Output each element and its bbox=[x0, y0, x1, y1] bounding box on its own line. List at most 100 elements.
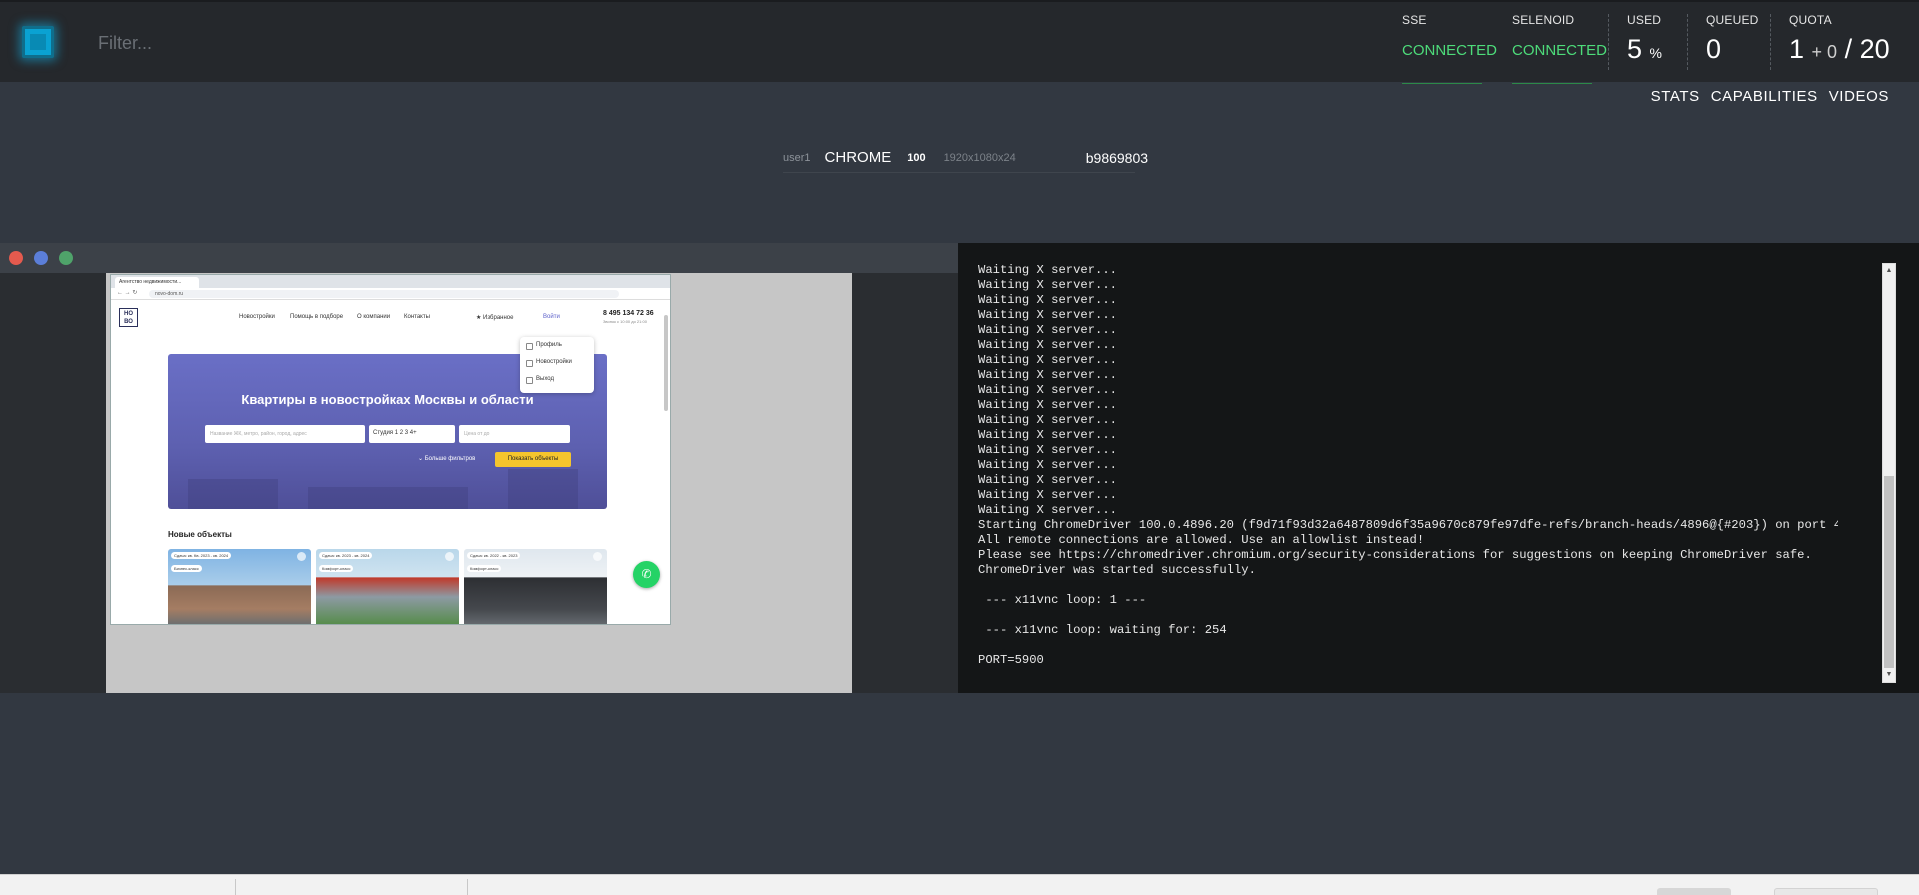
divider bbox=[467, 879, 468, 895]
quota-label: QUOTA bbox=[1789, 13, 1832, 27]
minimize-window-dot[interactable] bbox=[34, 251, 48, 265]
log-line: Waiting X server... bbox=[978, 383, 1117, 397]
site-logo: НО ВО bbox=[119, 308, 138, 327]
log-line: Waiting X server... bbox=[978, 458, 1117, 472]
hero-decoration bbox=[508, 469, 578, 509]
scrollbar-thumb[interactable] bbox=[1884, 476, 1894, 668]
hero-title: Квартиры в новостройках Москвы и области bbox=[241, 392, 534, 407]
site-nav-item: Помощь в подборе bbox=[290, 314, 344, 320]
log-line: Waiting X server... bbox=[978, 398, 1117, 412]
log-line: Please see https://chromedriver.chromium… bbox=[978, 548, 1812, 562]
site-favorites: ★ Избранное bbox=[476, 315, 514, 321]
card-tag: Сдача: кв. 2022 - кв. 2023 bbox=[467, 552, 521, 559]
log-scrollbar[interactable]: ▲ ▼ bbox=[1882, 263, 1896, 683]
bottom-tab[interactable] bbox=[1657, 888, 1731, 895]
divider bbox=[1770, 14, 1771, 70]
card-class-tag: Комфорт-класс bbox=[319, 565, 354, 572]
session-id: b9869803 bbox=[1085, 149, 1149, 166]
site-phone: 8 495 134 72 36 bbox=[603, 310, 654, 317]
site-account-menu: Профиль Новостройки Выход bbox=[520, 337, 594, 393]
log-line: Waiting X server... bbox=[978, 293, 1117, 307]
card-class-tag: Комфорт-класс bbox=[467, 565, 502, 572]
divider bbox=[1687, 14, 1688, 70]
session-browser: CHROME bbox=[824, 149, 892, 166]
log-viewport[interactable]: Waiting X server... Waiting X server... Wa… bbox=[978, 263, 1838, 685]
log-line: Waiting X server... bbox=[978, 323, 1117, 337]
selenoid-logo-icon[interactable] bbox=[22, 26, 54, 58]
browser-tab: Агентство недвижимости... bbox=[115, 277, 199, 288]
vnc-screen[interactable]: Агентство недвижимости... ← → ↻ novo-dom… bbox=[106, 273, 852, 693]
site-phone-sub: Звонок с 10:00 до 21:00 bbox=[603, 319, 647, 324]
maximize-window-dot[interactable] bbox=[59, 251, 73, 265]
browser-tab-strip: Агентство недвижимости... bbox=[111, 275, 670, 288]
site-nav-item: Новостройки bbox=[239, 314, 275, 320]
divider bbox=[235, 879, 236, 895]
log-line: Waiting X server... bbox=[978, 263, 1117, 277]
hero-search-field: Название ЖК, метро, район, город, адрес bbox=[205, 425, 365, 443]
log-line: PORT=5900 bbox=[978, 653, 1044, 667]
session-resolution: 1920x1080x24 bbox=[943, 151, 1016, 164]
log-line: Starting ChromeDriver 100.0.4896.20 (f9d… bbox=[978, 518, 1838, 532]
hero-decoration bbox=[188, 479, 278, 509]
top-bar: SSE CONNECTED SELENOID CONNECTED USED 5 … bbox=[0, 0, 1919, 84]
whatsapp-icon: ✆ bbox=[633, 561, 660, 588]
card-tag: Сдача: кв. Кв. 2023 - кв. 2024 bbox=[171, 552, 232, 559]
nav-capabilities[interactable]: CAPABILITIES bbox=[1711, 88, 1818, 105]
vnc-window-bar bbox=[0, 243, 958, 273]
property-card: Сдача: кв. Кв. 2023 - кв. 2024 Бизнес-кл… bbox=[168, 549, 311, 624]
selenoid-underline bbox=[1512, 83, 1592, 84]
log-output: Waiting X server... Waiting X server... Wa… bbox=[978, 263, 1838, 668]
log-line: Waiting X server... bbox=[978, 488, 1117, 502]
browser-address-bar: ← → ↻ novo-dom.ru bbox=[111, 288, 670, 300]
session-browser-version: 100 bbox=[907, 151, 926, 164]
scroll-up-icon[interactable]: ▲ bbox=[1883, 264, 1895, 278]
log-line: Waiting X server... bbox=[978, 368, 1117, 382]
site-header: НО ВО Новостройки Помощь в подборе О ком… bbox=[111, 300, 670, 332]
log-line: --- x11vnc loop: 1 --- bbox=[978, 593, 1147, 607]
hero-show-button: Показать объекты bbox=[495, 452, 571, 467]
selenoid-label: SELENOID bbox=[1512, 13, 1575, 27]
scroll-down-icon[interactable]: ▼ bbox=[1883, 668, 1895, 682]
used-value: 5 % bbox=[1627, 34, 1662, 64]
menu-item: Профиль bbox=[520, 337, 594, 354]
sse-label: SSE bbox=[1402, 13, 1427, 27]
favorite-icon bbox=[445, 552, 454, 561]
queued-label: QUEUED bbox=[1706, 13, 1759, 27]
nav-stats[interactable]: STATS bbox=[1651, 88, 1700, 105]
log-line: Waiting X server... bbox=[978, 473, 1117, 487]
log-line: Waiting X server... bbox=[978, 278, 1117, 292]
log-line: --- x11vnc loop: waiting for: 254 bbox=[978, 623, 1227, 637]
new-objects-title: Новые объекты bbox=[168, 530, 232, 539]
bottom-tab[interactable] bbox=[1774, 888, 1878, 895]
log-line: Waiting X server... bbox=[978, 308, 1117, 322]
used-label: USED bbox=[1627, 13, 1662, 27]
log-line: Waiting X server... bbox=[978, 338, 1117, 352]
close-window-dot[interactable] bbox=[9, 251, 23, 265]
log-panel: Waiting X server... Waiting X server... Wa… bbox=[958, 243, 1919, 693]
site-nav-item: О компании bbox=[357, 314, 391, 320]
card-tag: Сдача: кв. 2023 - кв. 2024 bbox=[319, 552, 373, 559]
property-card: Сдача: кв. 2023 - кв. 2024 Комфорт-класс bbox=[316, 549, 459, 624]
site-account: Войти bbox=[543, 314, 560, 320]
filter-input[interactable] bbox=[86, 24, 486, 62]
site-nav-item: Контакты bbox=[404, 314, 430, 320]
quota-value: 1 + 0 / 20 bbox=[1789, 34, 1890, 64]
sse-value: CONNECTED bbox=[1402, 42, 1498, 59]
hero-rooms-selector: Студия 1 2 3 4+ bbox=[369, 425, 455, 443]
bottom-strip bbox=[0, 874, 1919, 895]
hero-more-filters: ⌄ Больше фильтров bbox=[418, 456, 476, 462]
queued-value: 0 bbox=[1706, 34, 1722, 64]
property-card: Сдача: кв. 2022 - кв. 2023 Комфорт-класс bbox=[464, 549, 607, 624]
log-line: ChromeDriver was started successfully. bbox=[978, 563, 1256, 577]
nav-videos[interactable]: VIDEOS bbox=[1829, 88, 1889, 105]
menu-item: Выход bbox=[520, 371, 594, 388]
vnc-panel: Агентство недвижимости... ← → ↻ novo-dom… bbox=[0, 243, 958, 693]
log-line: Waiting X server... bbox=[978, 503, 1117, 517]
session-info: user1 CHROME 100 1920x1080x24 b9869803 bbox=[783, 143, 1148, 173]
session-user: user1 bbox=[783, 151, 811, 164]
selenoid-value: CONNECTED bbox=[1512, 42, 1608, 59]
log-line: Waiting X server... bbox=[978, 353, 1117, 367]
log-line: All remote connections are allowed. Use … bbox=[978, 533, 1425, 547]
